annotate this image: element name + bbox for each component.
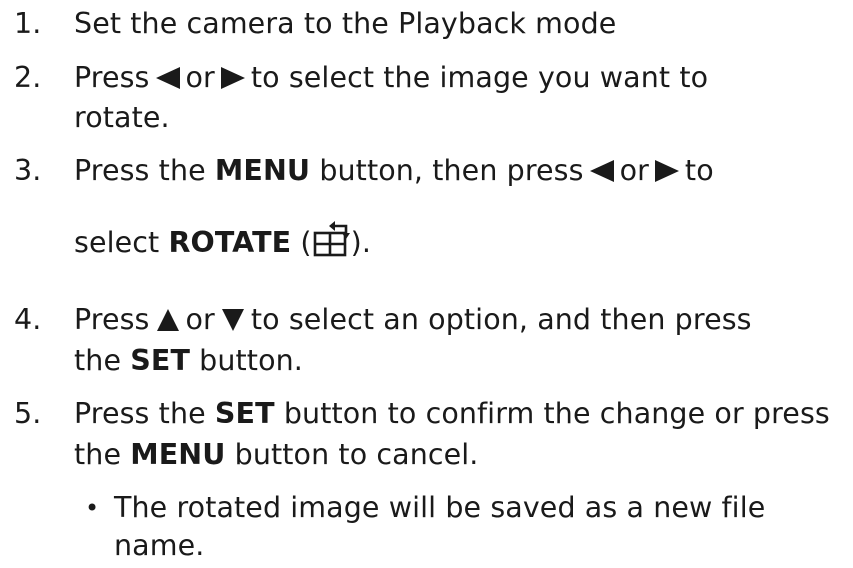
step-3-menu: MENU [214, 154, 311, 187]
step-3-to: to [684, 154, 714, 187]
right-triangle-icon [654, 160, 679, 182]
step-5-press-the: Press the [74, 397, 206, 430]
step-3-line-2: select ROTATE (). [74, 220, 371, 261]
step-5-line-1: Press the SET button to confirm the chan… [74, 396, 830, 432]
bullet-point: • [85, 494, 100, 522]
step-4-button: button. [199, 344, 303, 377]
step-2-or: or [185, 61, 215, 94]
step-2-press: Press [74, 61, 150, 94]
step-5-number: 5. [14, 397, 42, 430]
left-triangle-icon [589, 160, 614, 182]
step-5-line-2: the MENU button to cancel. [74, 437, 478, 473]
step-1-number: 1. [14, 7, 42, 40]
bullet-line-2: name. [114, 529, 205, 562]
step-5-menu: MENU [130, 438, 226, 471]
step-2-number: 2. [14, 61, 42, 94]
step-5-end: button to cancel. [234, 438, 479, 471]
step-3-line-1: Press the MENU button, then press or to [74, 153, 714, 189]
step-5-set: SET [214, 397, 275, 430]
step-4-the: the [74, 344, 122, 377]
step-4-line-1: Press or to select an option, and then pre… [74, 302, 752, 338]
step-5-the: the [74, 438, 122, 471]
step-5-mid: button to confirm the change or press [283, 397, 830, 430]
step-4-rest: to select an option, and then press [250, 303, 752, 336]
step-3-rotate: ROTATE [168, 226, 292, 259]
down-triangle-icon [221, 309, 244, 331]
step-3-press-the: Press the [74, 154, 206, 187]
step-3-mid: button, then press [319, 154, 584, 187]
step-4-press: Press [74, 303, 150, 336]
step-1-text: Set the camera to the Playback mode [74, 7, 617, 40]
step-4-number: 4. [14, 303, 42, 336]
step-4-or: or [185, 303, 215, 336]
bullet-line-1: The rotated image will be saved as a new… [114, 491, 766, 524]
step-4-set: SET [130, 344, 190, 377]
step-4-line-2: the SET button. [74, 343, 303, 379]
step-2-line-1: Press or to select the image you want to [74, 60, 708, 96]
right-triangle-icon [220, 67, 245, 89]
step-3-number: 3. [14, 154, 42, 187]
step-3-or: or [619, 154, 649, 187]
up-triangle-icon [156, 309, 179, 331]
step-3-open-paren: ( [300, 226, 312, 259]
instructions-page: 1. Set the camera to the Playback mode 2… [0, 0, 853, 568]
step-2-rest: to select the image you want to [250, 61, 709, 94]
step-3-close: ). [350, 226, 372, 259]
left-triangle-icon [155, 67, 180, 89]
rotate-icon [313, 221, 350, 257]
step-3-select: select [74, 226, 160, 259]
step-2-line-2: rotate. [74, 101, 170, 134]
